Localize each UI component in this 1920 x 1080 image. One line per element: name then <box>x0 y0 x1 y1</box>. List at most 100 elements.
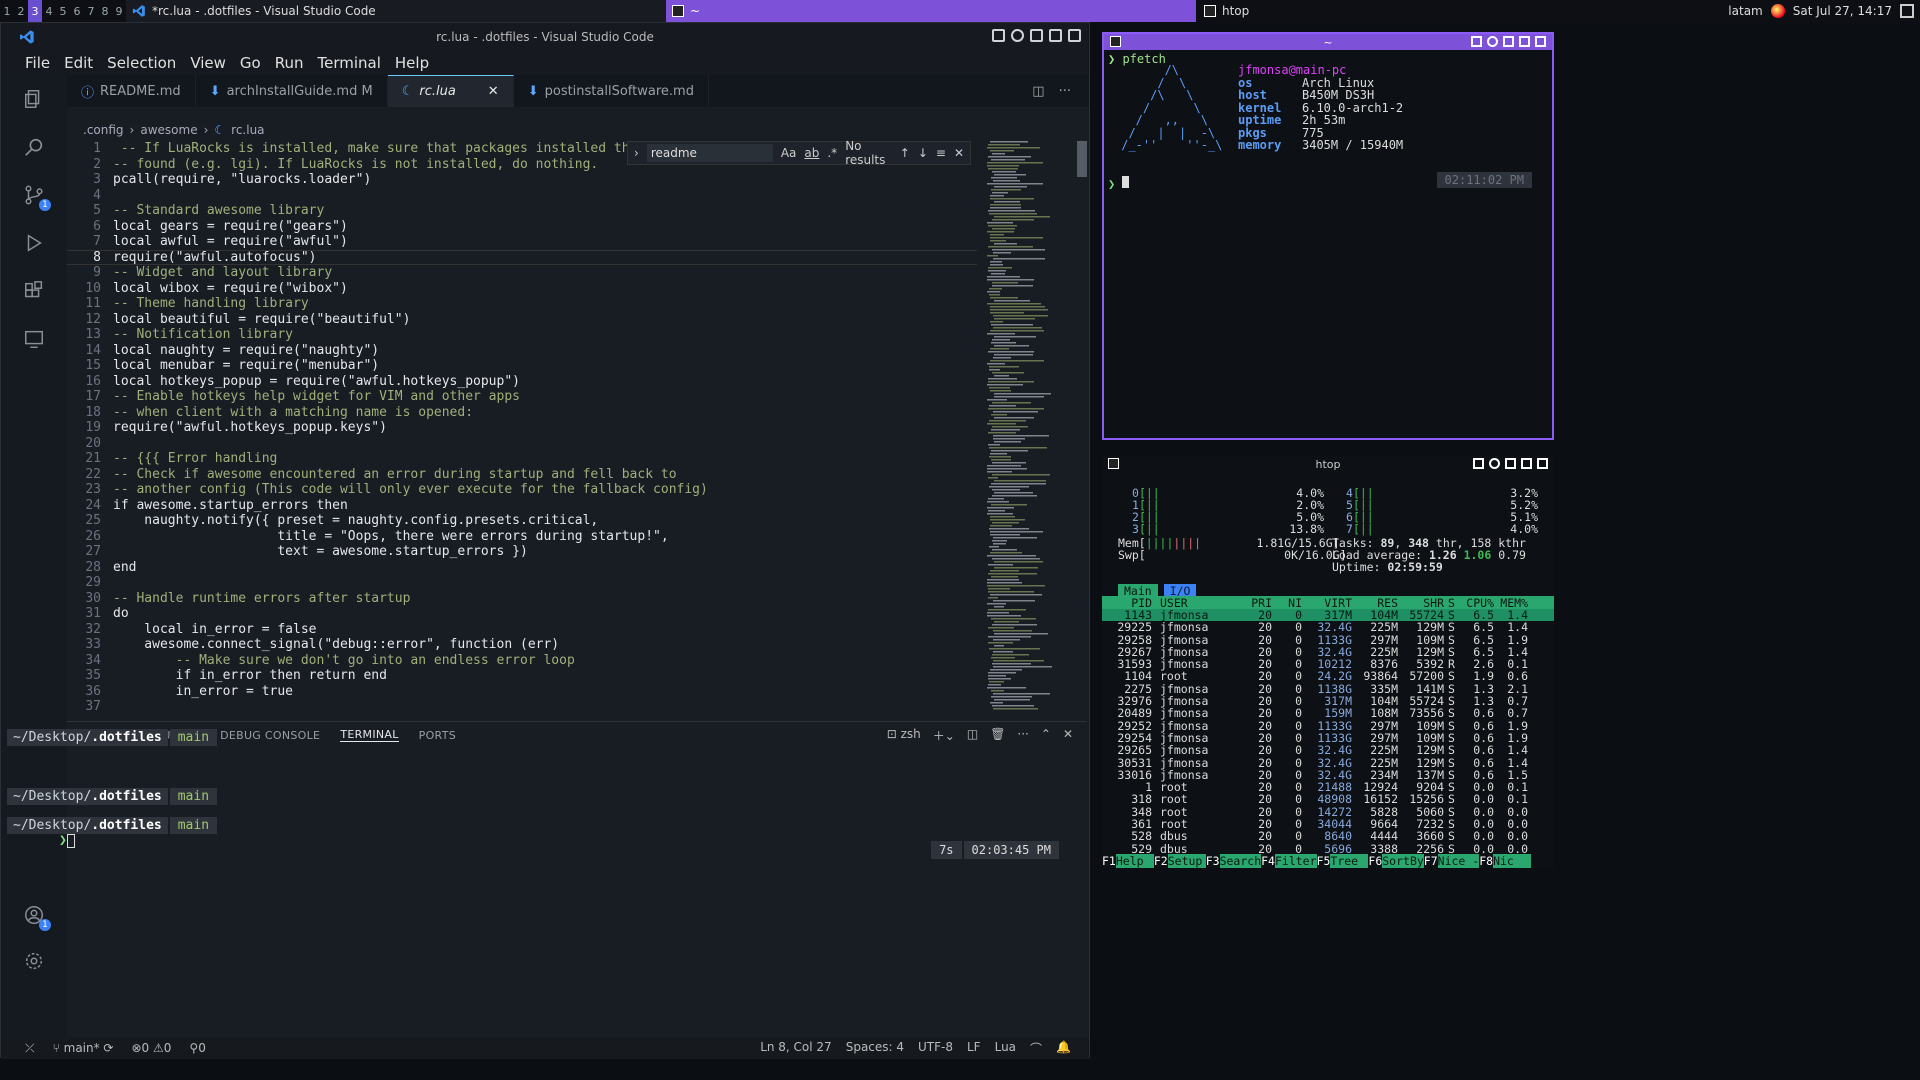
close-icon[interactable] <box>1537 458 1548 469</box>
table-row[interactable]: 29265 jfmonsa 20 0 32.4G 225M 129M S 0.6 1.4 <box>1102 744 1554 757</box>
fkey-label[interactable]: SortBy <box>1382 854 1424 868</box>
terminal-window-pfetch[interactable]: ~ ❯ pfetch /\ / \ /\ \ / \ / ,, \ / | | … <box>1102 32 1554 440</box>
close-icon[interactable]: ✕ <box>488 84 499 99</box>
keyboard-layout[interactable]: latam <box>1728 4 1762 18</box>
match-case-toggle[interactable]: Aa <box>781 146 797 160</box>
code-editor[interactable]: 1 -- If LuaRocks is installed, make sure… <box>67 141 977 715</box>
code-line[interactable]: 22 -- Check if awesome encountered an err… <box>67 467 977 483</box>
code-line[interactable]: 35 if in_error then return end <box>67 668 977 684</box>
code-line[interactable]: 29 <box>67 575 977 591</box>
menu-help[interactable]: Help <box>395 54 429 72</box>
arrow-up-icon[interactable]: ↑ <box>900 146 910 160</box>
fkey-label[interactable]: Search <box>1219 854 1262 868</box>
editor-scrollbar[interactable] <box>1077 141 1087 177</box>
taskbar-item-htop[interactable]: htop <box>1196 0 1728 22</box>
workspace-4[interactable]: 4 <box>42 0 56 22</box>
workspace-6[interactable]: 6 <box>70 0 84 22</box>
fkey-label[interactable]: Nice - <box>1437 854 1480 868</box>
clock[interactable]: Sat Jul 27, 14:17 <box>1793 4 1892 18</box>
terminal-shell[interactable]: ⊡ zsh <box>887 727 921 744</box>
extensions-icon[interactable] <box>1 267 67 315</box>
breadcrumb-item[interactable]: .config <box>83 123 124 137</box>
breadcrumb-item[interactable]: awesome <box>140 123 197 137</box>
menu-edit[interactable]: Edit <box>64 54 93 72</box>
code-line[interactable]: 20 <box>67 436 977 452</box>
chevron-right-icon[interactable]: › <box>634 146 639 160</box>
encoding[interactable]: UTF-8 <box>918 1040 953 1057</box>
run-debug-icon[interactable] <box>1 219 67 267</box>
code-line[interactable]: 5 -- Standard awesome library <box>67 203 977 219</box>
code-line[interactable]: 28 end <box>67 560 977 576</box>
code-line[interactable]: 24 if awesome.startup_errors then <box>67 498 977 514</box>
table-row[interactable]: 30531 jfmonsa 20 0 32.4G 225M 129M S 0.6 1.4 <box>1102 756 1554 769</box>
remote-icon[interactable]: ⤫ <box>25 1041 35 1056</box>
tab-archinstallguide-md-m[interactable]: ⬇ archInstallGuide.md M <box>196 75 388 107</box>
ports-indicator[interactable]: ⚲0 <box>189 1041 205 1055</box>
pin-icon[interactable] <box>1505 458 1516 469</box>
tab-readme-md[interactable]: ⓘ README.md <box>67 75 196 107</box>
maximize-icon[interactable] <box>1521 458 1532 469</box>
taskbar-item-vscode[interactable]: *rc.lua - .dotfiles - Visual Studio Code <box>126 0 666 22</box>
maximize-icon[interactable] <box>1049 29 1062 42</box>
close-icon[interactable] <box>1535 36 1546 47</box>
code-line[interactable]: 34 -- Make sure we don't go into an endl… <box>67 653 977 669</box>
split-editor-icon[interactable]: ◫ <box>1032 84 1044 99</box>
table-row[interactable]: 318 root 20 0 48908 16152 15256 S 0.0 0.1 <box>1102 793 1554 806</box>
terminal-window-htop[interactable]: htop Mem[|||||||| 1.81G/15.6G] Swp[ 0K/1… <box>1102 456 1554 868</box>
code-line[interactable]: 13 -- Notification library <box>67 327 977 343</box>
problems-indicator[interactable]: ⊗0 ⚠0 <box>131 1041 171 1055</box>
minimap[interactable] <box>985 141 1075 715</box>
code-line[interactable]: 7 local awful = require("awful") <box>67 234 977 250</box>
menu-view[interactable]: View <box>190 54 226 72</box>
process-table[interactable]: 1143 jfmonsa 20 0 317M 104M 55724 S 6.5 1.4 29225 j… <box>1102 609 1554 855</box>
code-line[interactable]: 37 <box>67 699 977 715</box>
code-line[interactable]: 4 <box>67 188 977 204</box>
code-line[interactable]: 8 require("awful.autofocus") <box>67 250 977 266</box>
workspace-3[interactable]: 3 <box>28 0 42 22</box>
trash-icon[interactable]: 🗑 <box>990 727 1005 744</box>
code-line[interactable]: 11 -- Theme handling library <box>67 296 977 312</box>
code-line[interactable]: 16 local hotkeys_popup = require("awful.h… <box>67 374 977 390</box>
terminal-input-line[interactable]: ❯ <box>59 833 75 848</box>
code-line[interactable]: 17 -- Enable hotkeys help widget for VIM … <box>67 389 977 405</box>
layout-icon[interactable] <box>1471 36 1482 47</box>
tab-rc-lua[interactable]: ☾ rc.lua ✕ <box>387 75 514 107</box>
table-row[interactable]: 20489 jfmonsa 20 0 159M 108M 73556 S 0.6 0.7 <box>1102 707 1554 720</box>
workspace-8[interactable]: 8 <box>98 0 112 22</box>
settings-gear-icon[interactable] <box>1 937 67 985</box>
fkey-label[interactable]: Tree <box>1330 854 1369 868</box>
fkey-label[interactable]: Setup <box>1167 854 1206 868</box>
pin-icon[interactable] <box>1503 36 1514 47</box>
panel-tab-ports[interactable]: PORTS <box>419 729 456 742</box>
code-line[interactable]: 32 local in_error = false <box>67 622 977 638</box>
workspace-7[interactable]: 7 <box>84 0 98 22</box>
code-line[interactable]: 18 -- when client with a matching name is… <box>67 405 977 421</box>
menu-run[interactable]: Run <box>275 54 304 72</box>
tab-postinstallsoftware-md[interactable]: ⬇ postinstallSoftware.md <box>514 75 709 107</box>
feedback-icon[interactable]: ⌒ <box>1030 1040 1042 1057</box>
workspace-5[interactable]: 5 <box>56 0 70 22</box>
more-actions-icon[interactable]: ··· <box>1059 84 1071 99</box>
code-line[interactable]: 27 text = awesome.startup_errors }) <box>67 544 977 560</box>
layout-icon[interactable] <box>992 29 1005 42</box>
fkey-label[interactable]: Nic <box>1493 854 1532 868</box>
menu-terminal[interactable]: Terminal <box>318 54 381 72</box>
menu-file[interactable]: File <box>25 54 50 72</box>
cursor-position[interactable]: Ln 8, Col 27 <box>760 1040 832 1057</box>
find-in-selection-icon[interactable]: ≡ <box>936 146 946 160</box>
close-icon[interactable]: ✕ <box>954 146 964 160</box>
table-row[interactable]: 29225 jfmonsa 20 0 32.4G 225M 129M S 6.5 1.4 <box>1102 621 1554 634</box>
menu-go[interactable]: Go <box>240 54 261 72</box>
taskbar-item-terminal[interactable]: ~ <box>666 0 1196 22</box>
code-line[interactable]: 9 -- Widget and layout library <box>67 265 977 281</box>
code-line[interactable]: 15 local menubar = require("menubar") <box>67 358 977 374</box>
code-line[interactable]: 10 local wibox = require("wibox") <box>67 281 977 297</box>
maximize-panel-icon[interactable]: ⌃ <box>1041 727 1051 744</box>
code-line[interactable]: 26 title = "Oops, there were errors duri… <box>67 529 977 545</box>
code-line[interactable]: 25 naughty.notify({ preset = naughty.con… <box>67 513 977 529</box>
code-line[interactable]: 19 require("awful.hotkeys_popup.keys") <box>67 420 977 436</box>
code-line[interactable]: 3 pcall(require, "luarocks.loader") <box>67 172 977 188</box>
whole-word-toggle[interactable]: ab <box>804 146 819 160</box>
move-icon[interactable] <box>1489 458 1500 469</box>
menu-selection[interactable]: Selection <box>107 54 176 72</box>
